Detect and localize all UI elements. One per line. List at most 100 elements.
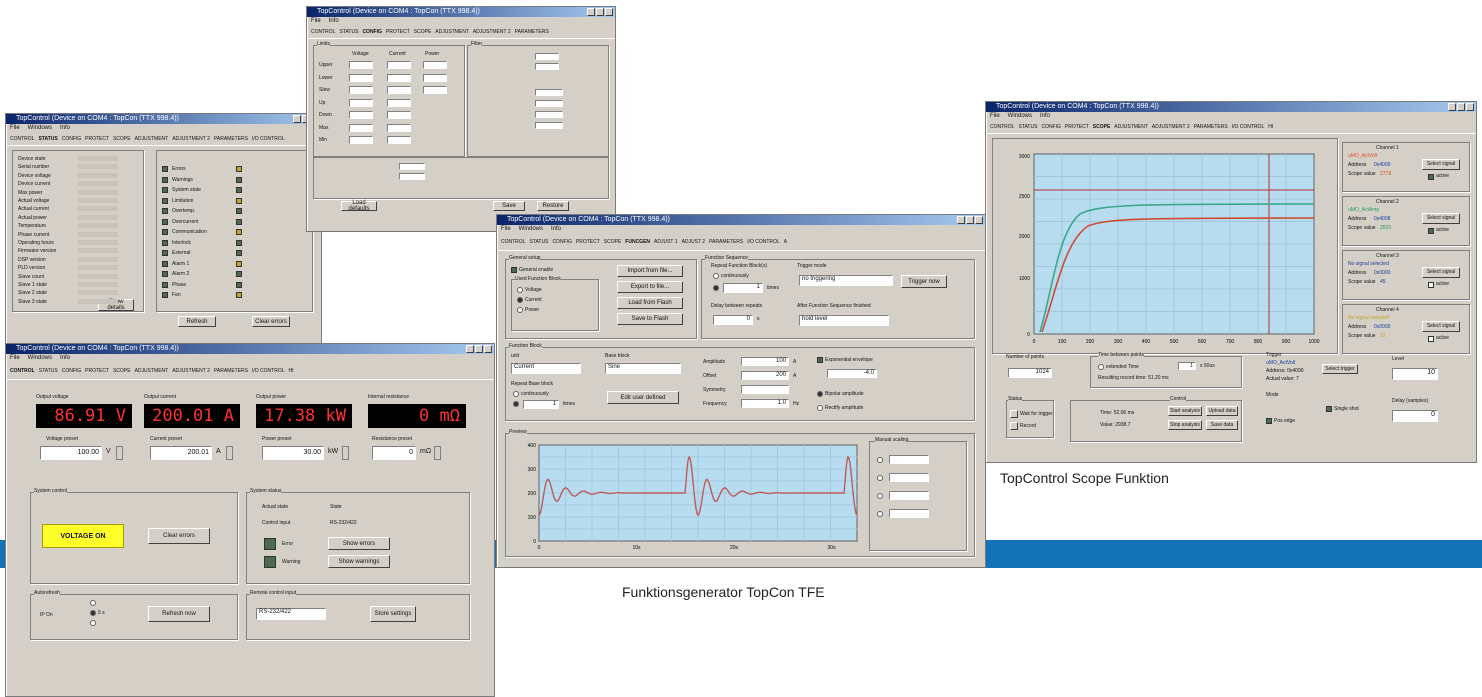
delay-field[interactable]: 0 [1392,410,1438,422]
trigger-mode-select[interactable]: no triggering [799,275,893,286]
menu-info[interactable]: Info [329,17,339,26]
show-warnings-button[interactable]: Show warnings [328,555,390,568]
unit-select[interactable]: Current [511,363,581,374]
extra-field-1[interactable] [399,163,425,170]
pos-edge-checkbox[interactable] [1266,418,1272,424]
offset-field[interactable]: 200 [741,371,789,380]
tab-protect[interactable]: PROTECT [85,133,109,145]
voltage-limit-field[interactable] [349,136,373,144]
tab-parameters[interactable]: PARAMETERS [1194,121,1228,133]
minimize-icon[interactable] [466,345,474,353]
trigger-now-button[interactable]: Trigger now [901,275,947,288]
power-limit-field[interactable] [423,73,447,82]
minimize-icon[interactable] [293,115,301,123]
save-button[interactable]: Save [493,201,525,211]
current-radio[interactable] [517,297,523,303]
scaling-radio-1[interactable] [877,457,883,463]
number-of-points-field[interactable]: 1024 [1008,368,1052,378]
tab-config[interactable]: CONFIG [62,363,81,379]
delay-repeats-field[interactable]: 0 [713,315,753,325]
load-flash-button[interactable]: Load from Flash [617,297,683,309]
current-limit-field[interactable] [387,98,411,107]
voltage-radio[interactable] [517,287,523,293]
close-icon[interactable] [1466,103,1474,111]
tab-more[interactable]: A [784,234,787,250]
symmetry-field[interactable] [741,385,789,394]
base-times-radio[interactable] [513,401,519,407]
tab-adjust-2[interactable]: ADJUST 2 [682,234,706,250]
tab-parameters[interactable]: PARAMETERS [214,133,248,145]
menu-windows[interactable]: Windows [28,124,52,133]
scaling-field-3[interactable] [889,491,929,500]
scaling-field-1[interactable] [889,455,929,464]
power-radio[interactable] [517,307,523,313]
show-errors-button[interactable]: Show errors [328,537,390,550]
voltage-limit-field[interactable] [349,98,373,107]
tab-scope[interactable]: SCOPE [1093,121,1111,133]
tab-adjustment-2[interactable]: ADJUSTMENT 2 [172,363,210,379]
menu-file[interactable]: File [311,17,321,26]
tab-control[interactable]: CONTROL [10,363,35,379]
menu-file[interactable]: File [10,354,20,363]
tab-adjustment[interactable]: ADJUSTMENT [135,133,169,145]
filter-field-6[interactable] [535,122,563,129]
voltage-limit-field[interactable] [349,111,373,119]
voltage-preset-spinner[interactable] [116,446,123,460]
close-icon[interactable] [975,216,983,224]
tab-status[interactable]: STATUS [529,234,548,250]
minimize-icon[interactable] [957,216,965,224]
refresh-rate-radio-3[interactable] [90,620,96,626]
minimize-icon[interactable] [1448,103,1456,111]
voltage-limit-field[interactable] [349,73,373,82]
general-enable-checkbox[interactable] [511,267,517,273]
base-block-select[interactable]: Sine [605,363,681,374]
rectify-radio[interactable] [817,405,823,411]
select-signal-button[interactable]: Select signal [1422,213,1460,224]
channel-active-checkbox[interactable] [1428,228,1434,234]
tab-adjustment-2[interactable]: ADJUSTMENT 2 [1152,121,1190,133]
menu-windows[interactable]: Windows [28,354,52,363]
tab-adjustment[interactable]: ADJUSTMENT [135,363,169,379]
power-limit-field[interactable] [423,61,447,69]
start-analysis-button[interactable]: Start analysis [1168,406,1202,416]
tab-io-control[interactable]: I/O CONTROL [1232,121,1265,133]
extra-field-2[interactable] [399,173,425,180]
channel-active-checkbox[interactable] [1428,174,1434,180]
tab-adjustment[interactable]: ADJUSTMENT [435,26,469,38]
tab-control[interactable]: CONTROL [501,234,525,250]
stop-analysis-button[interactable]: Stop analysis [1168,420,1202,430]
voltage-limit-field[interactable] [349,86,373,94]
menu-info[interactable]: Info [1040,112,1050,121]
filter-field-4[interactable] [535,100,563,107]
amplitude-field[interactable]: 100 [741,357,789,366]
maximize-icon[interactable] [596,8,604,16]
tab-parameters[interactable]: PARAMETERS [515,26,549,38]
close-icon[interactable] [484,345,492,353]
level-field[interactable]: 10 [1392,368,1438,380]
load-defaults-button[interactable]: Load defaults [341,200,377,212]
channel-active-checkbox[interactable] [1428,282,1434,288]
after-sequence-select[interactable]: hold level [799,315,889,326]
current-limit-field[interactable] [387,86,411,94]
tab-config[interactable]: CONFIG [1041,121,1060,133]
times-radio[interactable] [713,285,719,291]
voltage-preset-field[interactable]: 100.00 [40,446,102,460]
current-limit-field[interactable] [387,61,411,69]
filter-field-3[interactable] [535,89,563,96]
save-flash-button[interactable]: Save to Flash [617,313,683,325]
remote-control-select[interactable]: RS-232/422 [256,608,326,620]
current-preset-spinner[interactable] [226,446,233,460]
current-limit-field[interactable] [387,73,411,82]
refresh-rate-radio-2[interactable] [90,610,96,616]
repeat-times-field[interactable]: 1 [723,283,763,293]
refresh-button[interactable]: Refresh [178,316,216,327]
voltage-limit-field[interactable] [349,123,373,132]
time-value-field[interactable]: 1 [1178,362,1196,370]
current-preset-field[interactable]: 200.01 [150,446,212,460]
menu-file[interactable]: File [501,225,511,234]
exp-envelope-checkbox[interactable] [817,357,823,363]
menu-windows[interactable]: Windows [519,225,543,234]
tab-config[interactable]: CONFIG [362,26,381,38]
menu-windows[interactable]: Windows [1008,112,1032,121]
tab-hi[interactable]: HI [1268,121,1273,133]
